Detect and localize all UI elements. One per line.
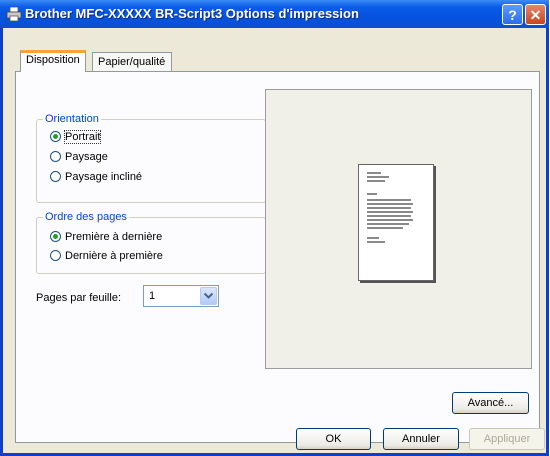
cancel-button[interactable]: Annuler — [383, 428, 459, 450]
tab-papier-qualite-label: Papier/qualité — [98, 56, 166, 68]
radio-paysage[interactable]: Paysage — [50, 150, 108, 167]
apply-button[interactable]: Appliquer — [469, 428, 545, 450]
close-button[interactable]: ✕ — [525, 4, 546, 25]
radio-paysage-incline-control[interactable] — [50, 170, 61, 182]
radio-portrait-label: Portrait — [63, 130, 102, 145]
tab-disposition-label: Disposition — [26, 54, 80, 66]
radio-first-to-last-label: Première à dernière — [65, 231, 163, 244]
radio-first-to-last-control[interactable] — [50, 230, 61, 242]
radio-paysage-incline-label: Paysage incliné — [65, 171, 143, 184]
ok-button[interactable]: OK — [296, 428, 371, 450]
pages-per-sheet-label: Pages par feuille: — [36, 292, 121, 304]
radio-last-to-first-label: Dernière à première — [65, 250, 163, 263]
orientation-group: Orientation Portrait Paysage Paysage inc… — [36, 113, 266, 203]
dialog-window: Brother MFC-XXXXX BR-Script3 Options d'i… — [0, 0, 549, 456]
radio-last-to-first[interactable]: Dernière à première — [50, 249, 163, 266]
page-order-group: Ordre des pages Première à dernière Dern… — [36, 211, 266, 274]
printer-icon — [6, 7, 22, 21]
orientation-legend: Orientation — [43, 113, 101, 125]
tab-papier-qualite[interactable]: Papier/qualité — [92, 52, 172, 72]
title-bar[interactable]: Brother MFC-XXXXX BR-Script3 Options d'i… — [0, 0, 549, 28]
radio-portrait-control[interactable] — [50, 130, 61, 142]
tab-disposition[interactable]: Disposition — [20, 50, 86, 72]
page-preview-thumbnail — [358, 164, 434, 281]
dropdown-arrow[interactable] — [200, 287, 217, 305]
radio-first-to-last[interactable]: Première à dernière — [50, 230, 163, 247]
page-order-legend: Ordre des pages — [43, 211, 129, 223]
radio-paysage-control[interactable] — [50, 150, 61, 162]
radio-last-to-first-control[interactable] — [50, 249, 61, 261]
advanced-button[interactable]: Avancé... — [452, 392, 529, 414]
chevron-down-icon — [204, 293, 213, 299]
radio-portrait[interactable]: Portrait — [50, 130, 102, 147]
radio-paysage-incline[interactable]: Paysage incliné — [50, 170, 143, 187]
window-title: Brother MFC-XXXXX BR-Script3 Options d'i… — [25, 6, 359, 21]
help-button[interactable]: ? — [502, 4, 523, 25]
dialog-body: Disposition Papier/qualité Orientation P… — [3, 28, 546, 453]
document-lines-icon — [367, 172, 413, 243]
pages-per-sheet-select[interactable]: 1 — [143, 285, 219, 307]
layout-preview — [265, 89, 532, 369]
radio-paysage-label: Paysage — [65, 151, 108, 164]
pages-per-sheet-value: 1 — [149, 290, 156, 302]
